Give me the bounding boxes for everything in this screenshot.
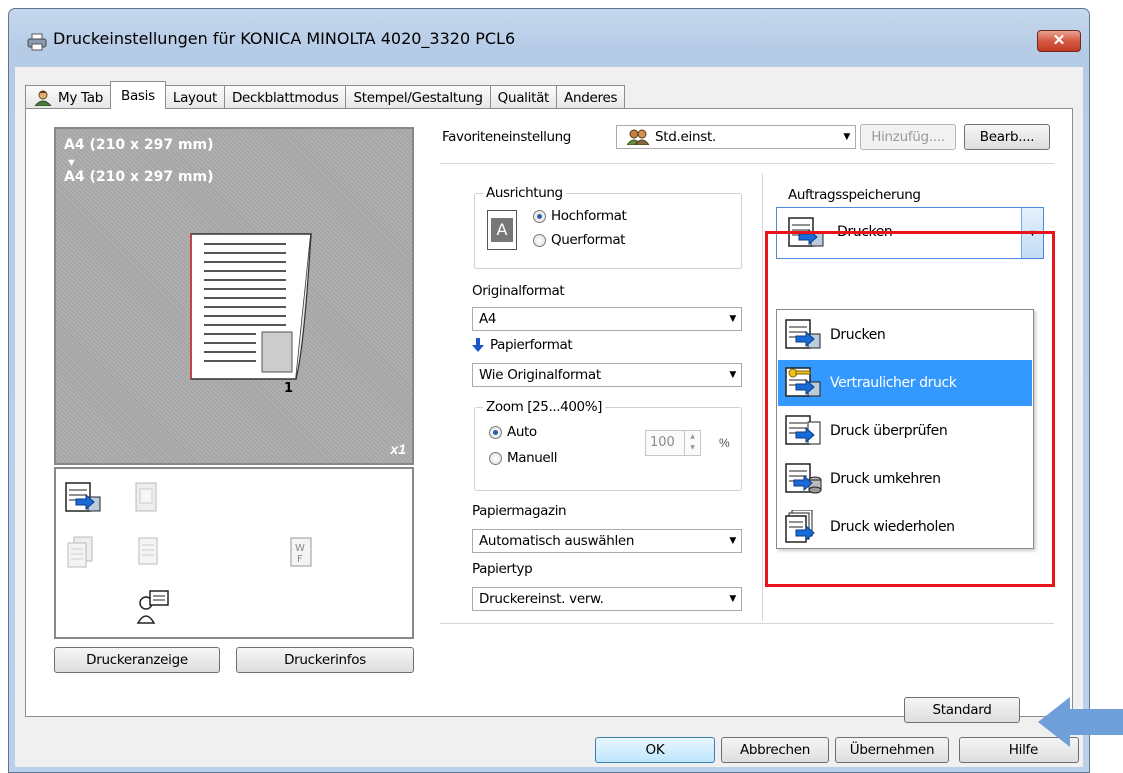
paper-type-label: Papiertyp (472, 561, 533, 577)
paper-format-label: Papierformat (490, 337, 573, 353)
orientation-landscape-radio[interactable]: Querformat (533, 232, 625, 248)
chevron-down-icon: ▼ (729, 594, 736, 604)
favorites-label: Favoriteneinstellung (442, 129, 571, 145)
tab-cover-mode[interactable]: Deckblattmodus (223, 85, 347, 109)
horizontal-separator-bottom (440, 623, 1054, 624)
horizontal-separator (440, 163, 1054, 164)
printer-info-button[interactable]: Druckerinfos (236, 647, 414, 673)
radio-label: Querformat (551, 232, 626, 248)
zoom-title: Zoom [25...400%] (483, 399, 605, 415)
favorites-value: Std.einst. (655, 129, 716, 145)
callout-arrow-icon (1038, 697, 1123, 747)
tab-label: Stempel/Gestaltung (353, 89, 483, 106)
orientation-group: Ausrichtung A Hochformat Querformat (474, 185, 742, 269)
zoom-auto-radio[interactable]: Auto (489, 424, 537, 440)
tab-layout[interactable]: Layout (164, 85, 225, 109)
orientation-preview-icon: A (487, 210, 517, 250)
chevron-down-icon: ▼ (843, 132, 850, 142)
user-icon (34, 90, 52, 106)
preview-page-number: 1 (284, 381, 294, 396)
chevron-down-icon: ▼ (729, 314, 736, 324)
chevron-down-icon: ▼ (729, 370, 736, 380)
orientation-letter: A (491, 218, 513, 242)
cancel-button[interactable]: Abbrechen (721, 737, 829, 763)
zoom-spinner[interactable]: 100 ▲ ▼ (645, 430, 701, 456)
zoom-group: Zoom [25...400%] Auto Manuell 100 ▲ ▼ % (474, 399, 742, 491)
radio-dot (533, 233, 546, 247)
tab-label: My Tab (58, 89, 103, 106)
page-preview-icon (190, 233, 312, 380)
paper-format-label-row: Papierformat (472, 337, 573, 353)
multiple-copies-icon (67, 536, 93, 568)
title-bar[interactable]: Druckeinstellungen für KONICA MINOLTA 40… (9, 9, 1089, 65)
paper-tray-label: Papiermagazin (472, 503, 567, 519)
original-format-dropdown[interactable]: A4 ▼ (472, 307, 742, 331)
orientation-title: Ausrichtung (483, 185, 566, 201)
tab-my-tab[interactable]: My Tab (25, 85, 111, 109)
tab-label: Anderes (564, 89, 618, 106)
users-icon (627, 129, 649, 145)
tab-label: Qualität (497, 89, 550, 106)
n-up-icon (135, 482, 157, 512)
paper-tray-dropdown[interactable]: Automatisch auswählen ▼ (472, 529, 742, 553)
chevron-down-icon: ▼ (729, 536, 736, 546)
apply-button[interactable]: Übernehmen (835, 737, 949, 763)
paper-format-dropdown[interactable]: Wie Originalformat ▼ (472, 363, 742, 387)
radio-label: Auto (507, 424, 537, 440)
radio-label: Hochformat (551, 208, 627, 224)
watermark-icon: W F (290, 537, 312, 567)
preview-format-paper: A4 (210 x 297 mm) (64, 169, 214, 185)
printer-view-button[interactable]: Druckeranzeige (54, 647, 220, 673)
radio-dot (489, 451, 502, 465)
preview-format-original: A4 (210 x 297 mm) (64, 137, 214, 153)
zoom-manual-radio[interactable]: Manuell (489, 450, 557, 466)
radio-dot (533, 209, 546, 223)
arrow-down-icon (472, 338, 484, 352)
preview-arrow-icon: ▼ (66, 157, 77, 169)
vertical-separator (762, 173, 763, 621)
function-icons-box: W F (54, 467, 414, 639)
highlight-frame (765, 231, 1055, 587)
orientation-portrait-radio[interactable]: Hochformat (533, 208, 627, 224)
spinner-arrows-icon[interactable]: ▲ ▼ (684, 431, 700, 455)
job-storage-label: Auftragsspeicherung (788, 187, 921, 203)
tab-label: Deckblattmodus (231, 89, 339, 106)
print-job-icon (65, 482, 101, 512)
original-format-value: A4 (479, 311, 497, 327)
tab-stamp[interactable]: Stempel/Gestaltung (345, 85, 491, 109)
favorites-edit-button[interactable]: Bearb.... (964, 124, 1050, 150)
radio-dot (489, 425, 502, 439)
favorites-dropdown[interactable]: Std.einst. ▼ (616, 125, 856, 149)
close-button[interactable]: ✕ (1037, 30, 1081, 52)
svg-text:W: W (295, 543, 305, 554)
window-title: Druckeinstellungen für KONICA MINOLTA 40… (53, 29, 516, 48)
tab-strip: My Tab Basis Layout Deckblattmodus Stemp… (25, 81, 626, 109)
print-preview: A4 (210 x 297 mm) ▼ A4 (210 x 297 mm) 1 … (54, 127, 414, 465)
svg-text:F: F (297, 554, 303, 565)
tab-label: Basis (120, 87, 155, 104)
print-settings-window: Druckeinstellungen für KONICA MINOLTA 40… (8, 8, 1090, 773)
tab-other[interactable]: Anderes (556, 85, 626, 109)
ok-button[interactable]: OK (595, 737, 715, 763)
preview-copies: x1 (390, 441, 406, 457)
paper-format-value: Wie Originalformat (479, 367, 601, 383)
tab-label: Layout (172, 89, 217, 106)
zoom-unit: % (719, 436, 730, 450)
user-auth-icon (136, 590, 169, 624)
dialog-client-area: My Tab Basis Layout Deckblattmodus Stemp… (15, 67, 1083, 767)
tab-quality[interactable]: Qualität (489, 85, 558, 109)
paper-tray-value: Automatisch auswählen (479, 533, 635, 549)
document-icon (138, 537, 158, 565)
zoom-value: 100 (650, 435, 675, 450)
paper-type-dropdown[interactable]: Druckereinst. verw. ▼ (472, 587, 742, 611)
printer-icon (27, 33, 47, 51)
original-format-label: Originalformat (472, 283, 565, 299)
paper-type-value: Druckereinst. verw. (479, 591, 604, 607)
radio-label: Manuell (507, 450, 558, 466)
standard-button[interactable]: Standard (904, 697, 1020, 723)
favorites-add-button[interactable]: Hinzufüg.... (860, 124, 956, 150)
tab-basis[interactable]: Basis (109, 81, 166, 109)
